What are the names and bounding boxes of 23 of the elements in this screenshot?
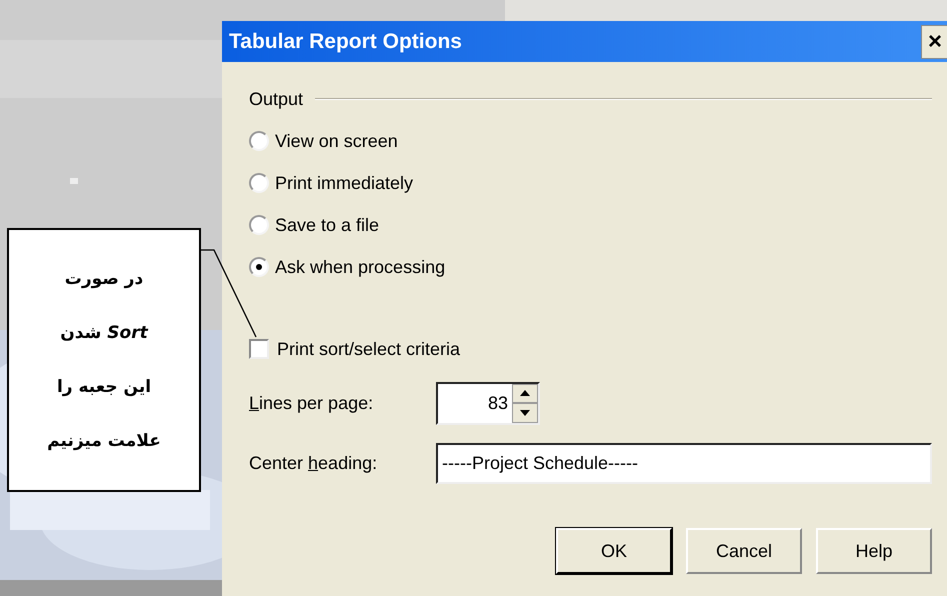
field-label: Lines per page: <box>249 392 374 412</box>
radio-button[interactable] <box>249 131 269 151</box>
spin-up-icon[interactable] <box>512 384 538 403</box>
dialog-button[interactable]: Help <box>816 528 932 574</box>
radio-label: Ask when processing <box>275 256 446 279</box>
checkbox-label: Print sort/select criteria <box>277 338 460 360</box>
group-label: Output <box>249 88 304 111</box>
close-button[interactable]: × <box>921 24 947 58</box>
checkbox[interactable] <box>249 339 269 359</box>
dialog-button[interactable]: OK <box>556 528 672 574</box>
spin-field[interactable]: 83 <box>436 382 540 424</box>
radio-label: Save to a file <box>275 214 380 236</box>
field-label: Center heading: <box>249 452 378 472</box>
radio-button[interactable] <box>249 257 269 277</box>
heading-field[interactable]: -----Project Schedule----- <box>436 442 932 484</box>
radio-label: View on screen <box>275 130 398 152</box>
window-title: Tabular Report Options <box>229 28 462 55</box>
spin-down-icon[interactable] <box>512 403 538 422</box>
spin-value: 83 <box>486 392 509 414</box>
radio-button[interactable] <box>249 173 269 193</box>
radio-button[interactable] <box>249 215 269 235</box>
dialog-button[interactable]: Cancel <box>686 528 802 574</box>
radio-label: Print immediately <box>275 172 414 195</box>
